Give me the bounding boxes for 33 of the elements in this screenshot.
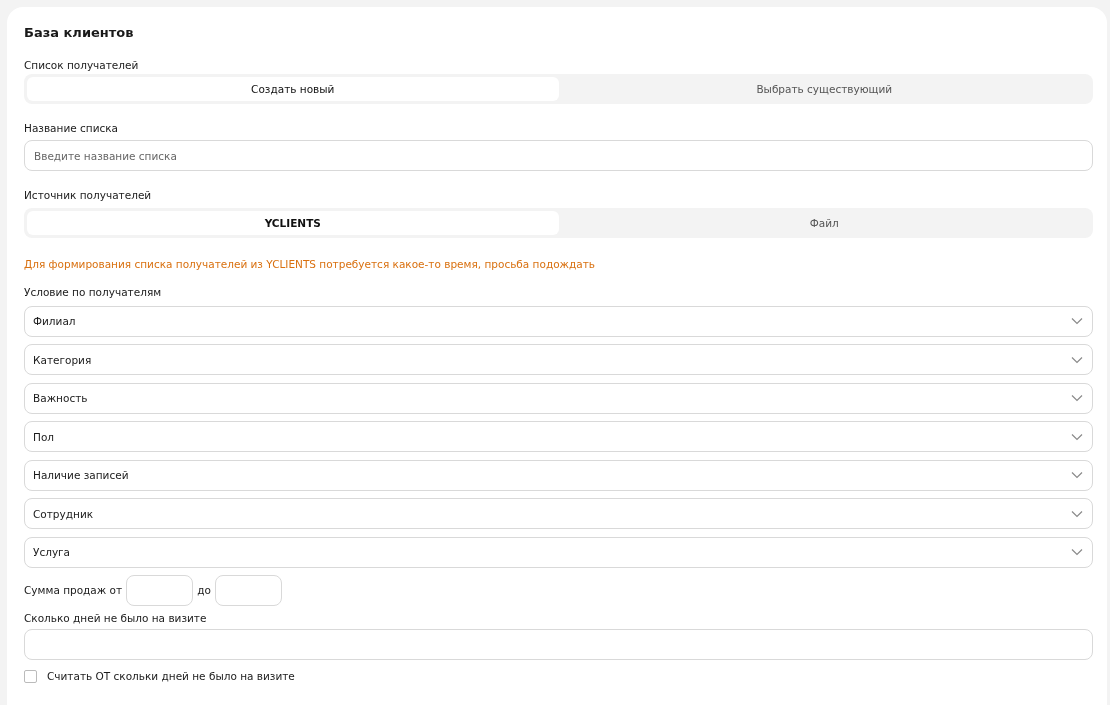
segment-tab[interactable]: Выбрать существующий <box>558 77 1090 101</box>
chevron-down-icon <box>1071 548 1083 556</box>
segment-tab[interactable]: YCLIENTS <box>27 211 559 235</box>
form-title: База клиентов <box>24 25 135 42</box>
chevron-down-icon <box>1071 509 1083 518</box>
dropdown-select[interactable]: Услуга <box>24 536 1093 568</box>
segment-tab[interactable]: Создать новый <box>27 77 559 101</box>
checkbox[interactable] <box>24 669 37 683</box>
sum-from-field[interactable] <box>126 574 194 606</box>
notice-text: Для формирования списка получателей из YCLIENTS потребуется какое-то время, просьба подождать <box>24 258 597 270</box>
dropdown-select[interactable]: Сотрудник <box>24 498 1093 529</box>
checkbox-label: Считать ОТ скольки дней не было на визите <box>47 670 295 682</box>
chevron-down-icon <box>1071 394 1083 402</box>
chevron-down-icon <box>1071 432 1083 441</box>
chevron-down-icon <box>1071 355 1083 364</box>
field-label: Список получателей <box>24 59 140 73</box>
dropdown-select[interactable]: Наличие записей <box>24 459 1093 491</box>
dropdown-select[interactable]: Пол <box>24 421 1093 452</box>
dropdown-select[interactable]: Важность <box>24 382 1093 414</box>
chevron-down-icon <box>1071 471 1083 479</box>
field-label: Источник получателей <box>24 189 153 203</box>
segment-tab[interactable]: Файл <box>558 211 1090 235</box>
days-field[interactable] <box>24 628 1093 660</box>
field-label: Сколько дней не было на визите <box>24 611 208 626</box>
sum-to-field[interactable] <box>214 574 282 606</box>
field-label: до <box>197 584 211 596</box>
dropdown-select[interactable]: Категория <box>24 344 1093 375</box>
dropdown-select[interactable]: Филиал <box>24 305 1093 337</box>
chevron-down-icon <box>1071 317 1083 325</box>
list-name-field[interactable]: Введите название списка <box>24 140 1093 171</box>
field-label: Условие по получателям <box>24 286 163 298</box>
field-label: Название списка <box>24 122 120 136</box>
field-label: Сумма продаж от <box>24 584 123 596</box>
